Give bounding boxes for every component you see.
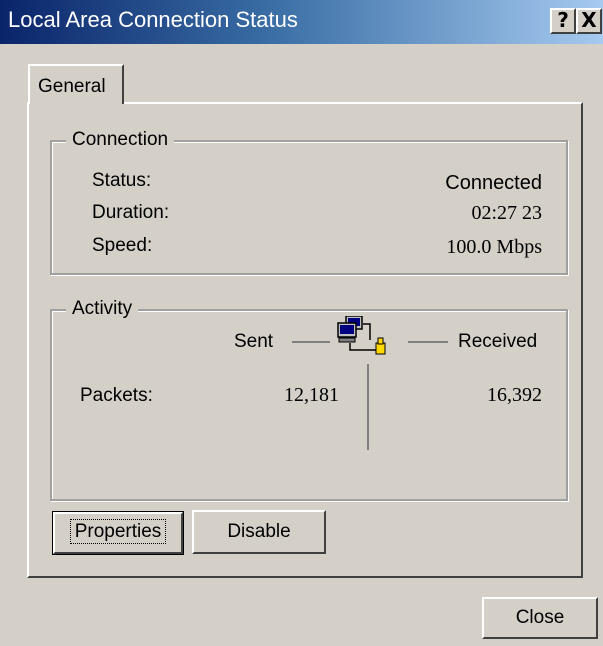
received-connector-line xyxy=(408,341,448,343)
received-label: Received xyxy=(458,331,538,352)
disable-button[interactable]: Disable xyxy=(192,510,326,554)
packets-label: Packets: xyxy=(80,385,153,406)
speed-label: Speed: xyxy=(92,235,153,256)
packets-received-value: 16,392 xyxy=(487,384,542,406)
tab-general[interactable]: General xyxy=(28,64,124,104)
properties-button[interactable]: Properties xyxy=(52,511,184,555)
title-bar[interactable]: Local Area Connection Status ? X xyxy=(0,0,603,44)
help-button[interactable]: ? xyxy=(550,8,576,34)
status-value: Connected xyxy=(445,172,542,194)
sent-label: Sent xyxy=(234,331,274,352)
duration-label: Duration: xyxy=(92,202,170,223)
window-title: Local Area Connection Status xyxy=(8,7,298,32)
activity-divider-line xyxy=(367,364,369,450)
speed-value: 100.0 Mbps xyxy=(446,236,542,258)
duration-value: 02:27 23 xyxy=(471,202,542,224)
activity-legend: Activity xyxy=(66,298,139,320)
close-window-button[interactable]: X xyxy=(576,8,602,34)
close-button[interactable]: Close xyxy=(482,597,598,639)
network-computers-icon xyxy=(337,316,386,355)
connection-legend: Connection xyxy=(66,129,175,151)
properties-button-label: Properties xyxy=(69,519,167,544)
sent-connector-line xyxy=(292,341,330,343)
status-label: Status: xyxy=(92,170,152,191)
status-dialog: Local Area Connection Status ? X General… xyxy=(0,0,603,646)
packets-sent-value: 12,181 xyxy=(284,384,339,406)
